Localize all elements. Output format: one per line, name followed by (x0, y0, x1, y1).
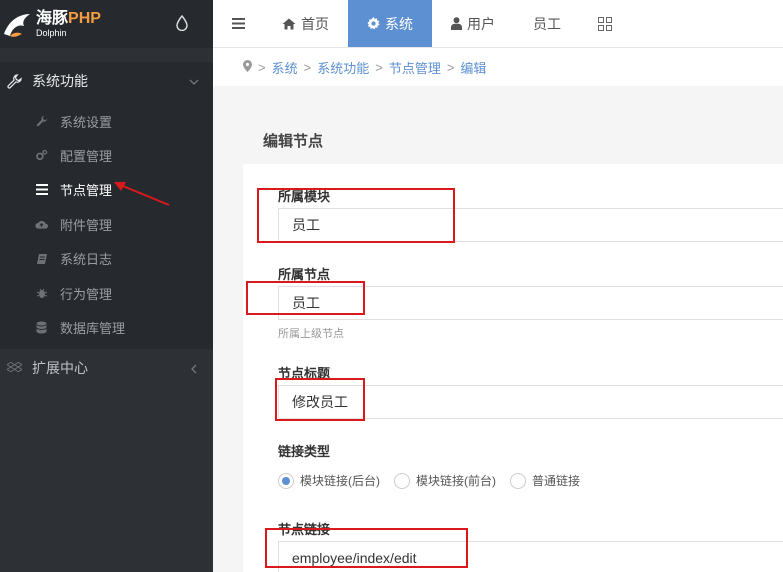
radio-label: 普通链接 (532, 474, 581, 488)
grid-icon (598, 16, 612, 31)
edit-node-card: 编辑节点 所属模块 员工 所属节点 员工 所属上级节点 节点标题 修改员工 链接… (243, 117, 783, 572)
sidebar-item-logs[interactable]: 系统日志 (0, 242, 213, 276)
chevron-left-icon (189, 361, 199, 374)
radio-unchecked-icon (394, 472, 410, 489)
hamburger-icon (231, 18, 245, 29)
sidebar-item-label: 行为管理 (60, 286, 113, 302)
sidebar-item-label: 节点管理 (60, 183, 113, 199)
map-marker-icon (243, 59, 252, 75)
sidebar: 海豚PHP Dolphin 系统功能 系统设置 配置管理 节点管理 附件管理 系… (0, 0, 213, 572)
grid-menu-button[interactable] (580, 0, 630, 47)
wrench-icon (35, 115, 48, 128)
nav-group-extensions[interactable]: 扩展中心 (0, 349, 213, 387)
sidebar-item-attachments[interactable]: 附件管理 (0, 207, 213, 241)
tab-users[interactable]: 用户 (432, 0, 514, 47)
sidebar-item-actions[interactable]: 行为管理 (0, 276, 213, 310)
breadcrumb-separator: > (375, 59, 383, 75)
radio-label: 模块链接(后台) (300, 474, 380, 488)
sidebar-item-database[interactable]: 数据库管理 (0, 310, 213, 344)
logo-title: 海豚 (36, 9, 69, 27)
tab-system[interactable]: 系统 (348, 0, 432, 47)
tab-label: 首页 (301, 15, 329, 32)
cog-icon (367, 17, 380, 30)
breadcrumb-item-node-management[interactable]: 节点管理 (389, 58, 441, 77)
annotation-box-module (257, 188, 455, 243)
sidebar-item-system-settings[interactable]: 系统设置 (0, 104, 213, 138)
annotation-box-parent (246, 281, 365, 315)
breadcrumb-separator: > (258, 59, 266, 75)
book-icon (35, 252, 48, 265)
bars-icon (35, 183, 48, 196)
parent-node-help: 所属上级节点 (278, 328, 344, 340)
radio-label: 模块链接(前台) (416, 474, 496, 488)
annotation-arrow-icon (114, 182, 170, 206)
tab-label: 员工 (533, 15, 561, 32)
nav-group-label: 系统功能 (32, 73, 88, 89)
card-title: 编辑节点 (243, 117, 783, 164)
link-type-radio-group: 模块链接(后台) 模块链接(前台) 普通链接 (278, 472, 594, 489)
tab-label: 用户 (467, 15, 495, 32)
top-navbar: 首页 系统 用户 员工 (213, 0, 783, 48)
logo-bar: 海豚PHP Dolphin (0, 0, 213, 48)
sidebar-item-nodes[interactable]: 节点管理 (0, 173, 213, 207)
bug-icon (35, 287, 48, 300)
menu-toggle-button[interactable] (213, 0, 263, 47)
sidebar-item-label: 数据库管理 (60, 321, 126, 337)
home-icon (282, 18, 296, 30)
radio-backend-link[interactable]: 模块链接(后台) (278, 472, 380, 489)
dolphin-logo-icon (2, 4, 32, 44)
breadcrumb-separator: > (446, 59, 455, 75)
cogs-icon (35, 149, 48, 162)
breadcrumb: > 系统 > 系统功能 > 节点管理 > 编辑 (213, 48, 783, 86)
radio-unchecked-icon (510, 472, 526, 489)
nav-group-label: 扩展中心 (32, 359, 88, 376)
breadcrumb-separator: > (303, 59, 312, 75)
nav-group-system[interactable]: 系统功能 (0, 62, 213, 100)
logo-subtitle: Dolphin (36, 27, 67, 38)
tab-label: 系统 (385, 15, 413, 32)
database-icon (35, 321, 48, 334)
theme-drop-icon[interactable] (176, 14, 188, 32)
dropbox-icon (6, 360, 22, 376)
sidebar-item-label: 系统设置 (60, 114, 113, 130)
breadcrumb-item-edit[interactable]: 编辑 (460, 58, 486, 77)
user-icon (451, 17, 462, 30)
breadcrumb-item-system-functions[interactable]: 系统功能 (317, 58, 369, 77)
annotation-box-url (265, 528, 468, 568)
link-type-label: 链接类型 (278, 444, 331, 459)
radio-normal-link[interactable]: 普通链接 (510, 472, 580, 489)
wrench-icon (6, 73, 22, 89)
tab-employees[interactable]: 员工 (514, 0, 580, 47)
breadcrumb-item-system[interactable]: 系统 (272, 58, 298, 77)
sidebar-item-label: 配置管理 (60, 149, 113, 165)
radio-checked-icon (278, 472, 294, 489)
radio-frontend-link[interactable]: 模块链接(前台) (394, 472, 496, 489)
logo-php: PHP (68, 9, 101, 27)
sidebar-item-label: 系统日志 (60, 252, 113, 268)
sidebar-item-config[interactable]: 配置管理 (0, 138, 213, 172)
tab-home[interactable]: 首页 (263, 0, 348, 47)
sidebar-item-label: 附件管理 (60, 217, 113, 233)
subnav: 系统设置 配置管理 节点管理 附件管理 系统日志 行为管理 数据库管理 (0, 100, 213, 349)
cloud-upload-icon (35, 218, 48, 231)
chevron-down-icon (189, 74, 199, 85)
annotation-box-title (275, 378, 365, 421)
